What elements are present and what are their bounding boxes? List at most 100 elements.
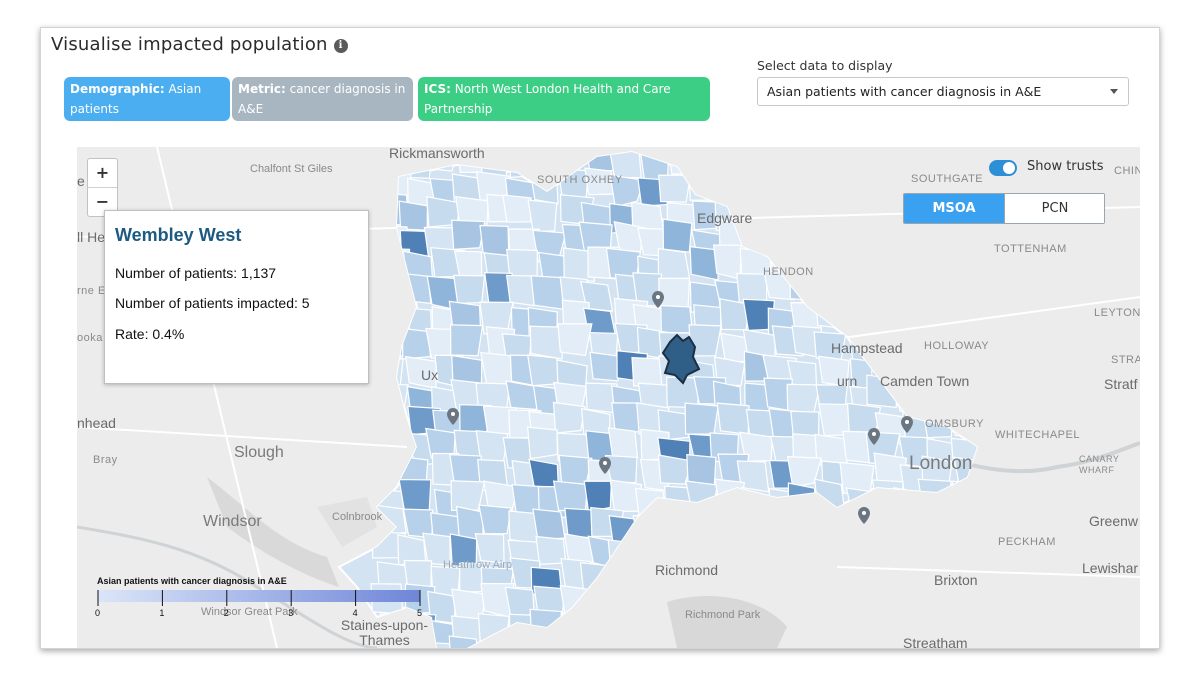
msoa-area[interactable] (505, 380, 539, 411)
zoom-in-button[interactable]: + (88, 159, 117, 188)
place-label: SOUTHGATE (911, 173, 984, 185)
place-label: Heathrow Airp (443, 559, 513, 571)
msoa-area[interactable] (818, 403, 851, 437)
panel-title-text: Visualise impacted population (51, 34, 328, 55)
level-option-msoa[interactable]: MSOA (904, 194, 1004, 223)
msoa-area[interactable] (452, 274, 486, 305)
data-select-value: Asian patients with cancer diagnosis in … (767, 84, 1042, 99)
data-select-label: Select data to display (757, 58, 893, 73)
place-label: OMSBURY (925, 418, 984, 430)
msoa-area[interactable] (552, 480, 589, 513)
msoa-area[interactable] (583, 480, 613, 513)
place-label: Brixton (934, 572, 978, 588)
msoa-area[interactable] (657, 247, 691, 281)
toggle-switch[interactable] (989, 160, 1017, 176)
msoa-area[interactable] (552, 401, 586, 434)
place-label: rne E (77, 285, 106, 297)
place-label: ll He (77, 229, 106, 245)
legend-tick-label: 2 (223, 608, 229, 618)
place-label: nhead (77, 415, 116, 431)
place-label: Richmond Park (685, 609, 761, 621)
metric-chip: Metric: cancer diagnosis in A&E (232, 77, 413, 121)
msoa-area[interactable] (527, 199, 558, 233)
data-select-dropdown[interactable]: Asian patients with cancer diagnosis in … (757, 77, 1129, 106)
msoa-area[interactable] (478, 504, 512, 535)
area-tooltip: Wembley West Number of patients: 1,137 N… (104, 210, 369, 384)
msoa-area[interactable] (526, 426, 558, 460)
place-label: Staines-upon-Thames (340, 617, 429, 648)
ics-chip: ICS: North West London Health and Care P… (418, 77, 710, 121)
legend-tick-label: 5 (417, 608, 423, 618)
legend-title: Asian patients with cancer diagnosis in … (97, 576, 287, 586)
place-label: Streatham (903, 635, 968, 648)
msoa-area[interactable] (398, 200, 429, 231)
place-label: urn (837, 373, 858, 389)
msoa-area[interactable] (502, 194, 532, 223)
tooltip-rate: Rate: 0.4% (115, 326, 185, 342)
place-label: Bray (93, 454, 118, 466)
place-label: Edgware (697, 210, 753, 226)
msoa-area[interactable] (660, 304, 694, 334)
level-option-pcn[interactable]: PCN (1004, 194, 1104, 223)
info-icon[interactable]: i (333, 39, 348, 53)
demographic-chip-key: Demographic: (70, 82, 165, 96)
place-label: Rickmansworth (389, 147, 485, 161)
place-label: Camden Town (880, 373, 970, 389)
msoa-area[interactable] (604, 454, 638, 484)
msoa-area[interactable] (398, 478, 432, 513)
tooltip-area-name: Wembley West (115, 225, 242, 245)
msoa-area[interactable] (451, 219, 486, 250)
place-label: Stratf (1104, 376, 1138, 392)
msoa-area[interactable] (607, 427, 639, 459)
msoa-area[interactable] (530, 275, 564, 310)
place-label: London (909, 453, 973, 474)
msoa-area[interactable] (453, 250, 483, 279)
place-label: ooka (77, 332, 103, 344)
msoa-area[interactable] (479, 224, 510, 258)
place-label: Lewishar (1082, 560, 1139, 576)
msoa-area[interactable] (684, 402, 719, 435)
msoa-area[interactable] (558, 454, 593, 485)
ics-chip-key: ICS: (424, 82, 451, 96)
tooltip-impacted: Number of patients impacted: 5 (115, 295, 310, 311)
place-label: Richmond (655, 562, 719, 578)
msoa-area[interactable] (449, 324, 484, 357)
ics-chip-value: North West London Health and Care Partne… (424, 82, 671, 116)
place-label: Ux (421, 367, 439, 383)
place-label: e (77, 173, 85, 189)
zoom-control: + − (87, 158, 118, 217)
place-label: LEYTON (1094, 307, 1140, 319)
place-label: Windsor (203, 513, 262, 530)
legend-tick-label: 1 (159, 608, 165, 618)
legend-tick-label: 3 (288, 608, 294, 618)
visualise-panel: Visualise impacted population i Demograph… (40, 27, 1160, 649)
legend-tick-label: 0 (95, 608, 101, 618)
msoa-area[interactable] (532, 508, 566, 541)
place-label: HENDON (763, 266, 814, 278)
legend-tick-label: 4 (352, 608, 358, 618)
msoa-area[interactable] (716, 402, 750, 435)
choropleth-map[interactable]: Rickmansworth Chalfont St Giles SOUTH OX… (77, 147, 1140, 648)
place-label: HOLLOWAY (924, 340, 990, 352)
show-trusts-label: Show trusts (1027, 159, 1104, 174)
place-label: Greenw (1089, 513, 1139, 529)
place-label: Colnbrook (332, 511, 383, 523)
msoa-area[interactable] (662, 218, 693, 253)
place-label: PECKHAM (998, 536, 1056, 548)
place-label: CANARY WHARF (1079, 454, 1120, 475)
tooltip-patients: Number of patients: 1,137 (115, 265, 277, 281)
msoa-area[interactable] (526, 354, 561, 387)
msoa-area[interactable] (557, 323, 593, 357)
panel-title: Visualise impacted population i (51, 34, 348, 55)
legend-color-bar (98, 590, 420, 602)
toggle-knob (1003, 162, 1015, 174)
place-label: STRATI (1111, 354, 1140, 366)
place-label: Chalfont St Giles (250, 163, 333, 175)
place-label: Slough (234, 444, 284, 461)
msoa-area[interactable] (480, 351, 513, 385)
place-label: SOUTH OXHEY (537, 174, 623, 186)
place-label: Hampstead (831, 340, 903, 356)
place-label: TOTTENHAM (994, 243, 1067, 255)
place-label: Windsor Great Park (201, 606, 298, 618)
chevron-down-icon (1110, 89, 1118, 94)
